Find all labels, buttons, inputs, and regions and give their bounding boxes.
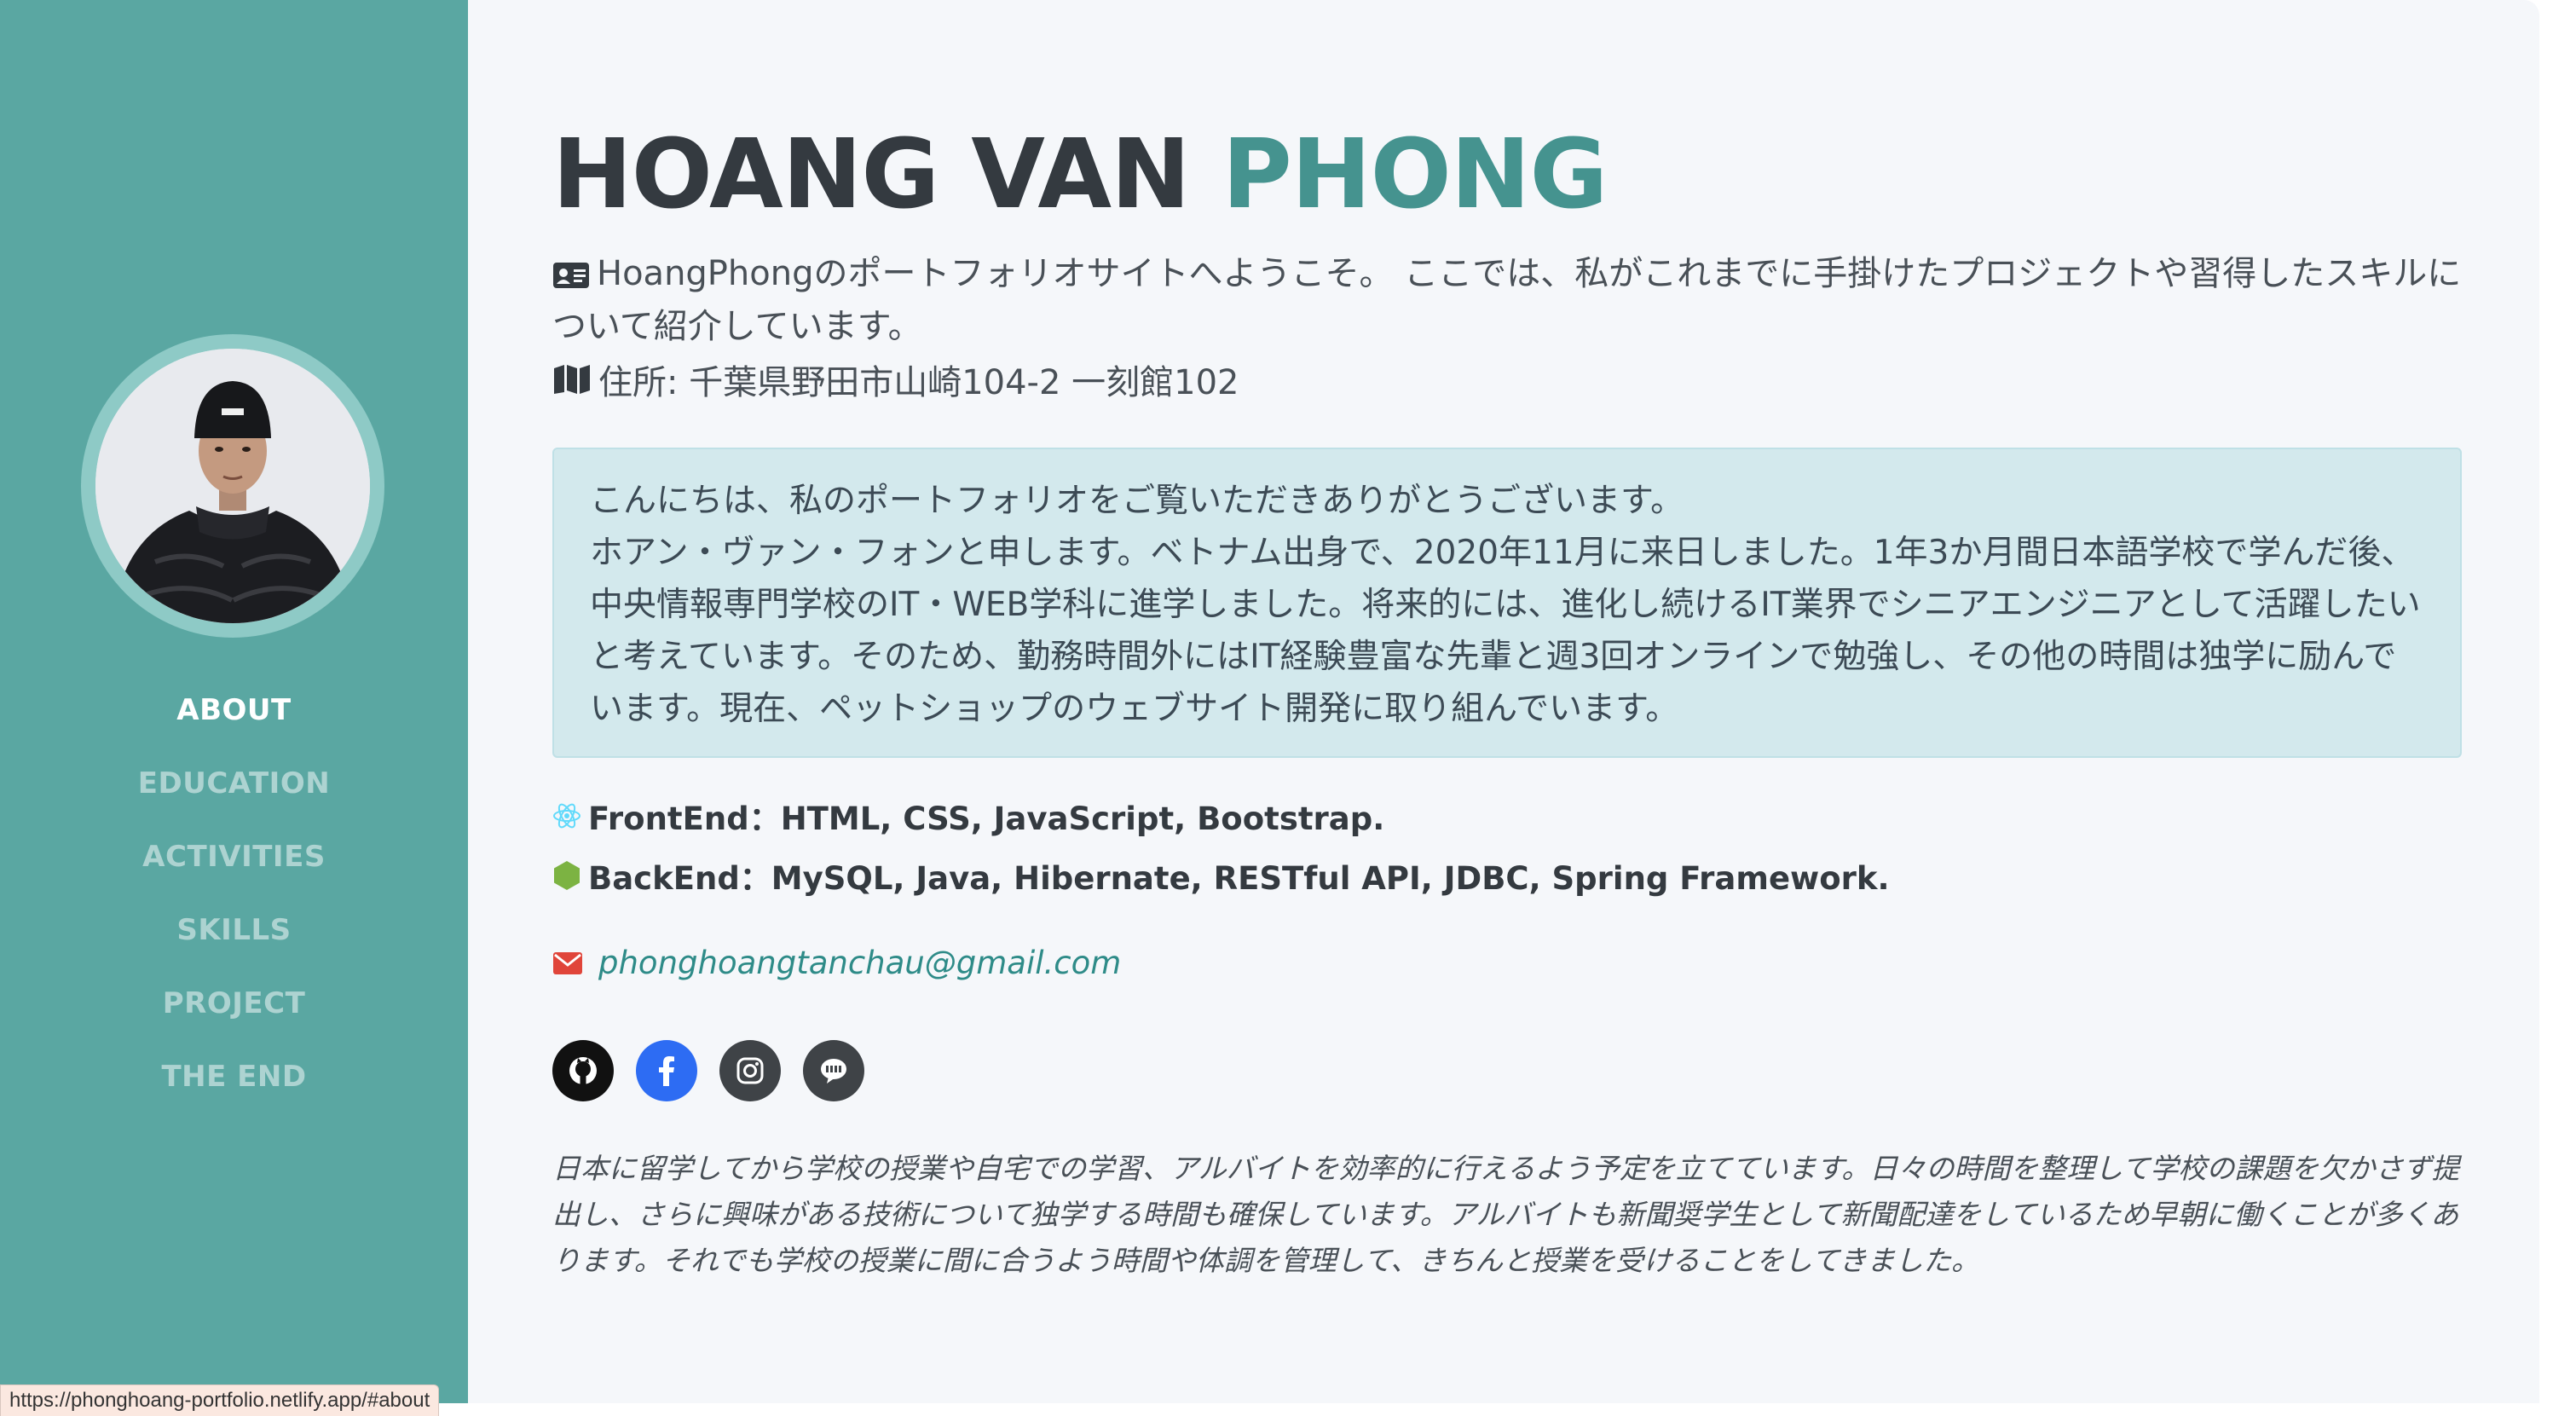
- line-icon[interactable]: [803, 1040, 864, 1101]
- envelope-icon: [552, 951, 583, 975]
- address: 住所: 千葉県野田市山崎104-2 一刻館102: [552, 355, 1239, 404]
- window-edge: [2539, 0, 2576, 1403]
- backend-text: BackEnd：MySQL, Java, Hibernate, RESTful …: [588, 860, 1890, 897]
- react-icon: [552, 801, 581, 830]
- instagram-icon[interactable]: [719, 1040, 781, 1101]
- nav-item-the-end[interactable]: THE END: [0, 1040, 468, 1113]
- about-text: ホアン・ヴァン・フォンと申します。ベトナム出身で、2020年11月に来日しました…: [590, 534, 2421, 728]
- frontend-text: FrontEnd：HTML, CSS, JavaScript, Bootstra…: [588, 800, 1385, 837]
- backend-skills: BackEnd：MySQL, Java, Hibernate, RESTful …: [552, 852, 1890, 899]
- node-icon: [552, 860, 581, 891]
- greeting-text: こんにちは、私のポートフォリオをご覧いただきありがとうございます。: [590, 482, 1684, 520]
- frontend-skills: FrontEnd：HTML, CSS, JavaScript, Bootstra…: [552, 793, 1384, 839]
- email-link[interactable]: phonghoangtanchau@gmail.com: [598, 945, 1121, 981]
- footer-description: 日本に留学してから学校の授業や自宅での学習、アルバイトを効率的に行えるよう予定を…: [552, 1152, 2460, 1277]
- sidebar: ABOUT EDUCATION ACTIVITIES SKILLS PROJEC…: [0, 0, 468, 1403]
- intro-text: HoangPhongのポートフォリオサイトへようこそ。 ここでは、私がこれまでに…: [552, 254, 2462, 346]
- last-name: PHONG: [1222, 119, 1609, 230]
- nav-item-activities[interactable]: ACTIVITIES: [0, 820, 468, 893]
- nav-item-project[interactable]: PROJECT: [0, 967, 468, 1040]
- about-box: こんにちは、私のポートフォリオをご覧いただきありがとうございます。 ホアン・ヴァ…: [552, 448, 2462, 758]
- nav-item-about[interactable]: ABOUT: [0, 673, 468, 747]
- nav-item-skills[interactable]: SKILLS: [0, 893, 468, 967]
- map-icon: [552, 363, 592, 396]
- avatar: [95, 349, 370, 623]
- status-bar-url: https://phonghoang-portfolio.netlify.app…: [0, 1384, 440, 1416]
- github-icon[interactable]: [552, 1040, 614, 1101]
- first-name: HOANG VAN: [552, 119, 1191, 230]
- intro: HoangPhongのポートフォリオサイトへようこそ。 ここでは、私がこれまでに…: [552, 247, 2462, 353]
- avatar-ring: [81, 334, 384, 638]
- facebook-icon[interactable]: [636, 1040, 697, 1101]
- page-title: HOANG VAN PHONG: [552, 119, 1609, 230]
- nav-item-education[interactable]: EDUCATION: [0, 747, 468, 820]
- address-text: 住所: 千葉県野田市山崎104-2 一刻館102: [598, 363, 1239, 402]
- sidebar-nav: ABOUT EDUCATION ACTIVITIES SKILLS PROJEC…: [0, 673, 468, 1113]
- profile-photo: [95, 349, 370, 623]
- id-card-icon: [552, 261, 590, 290]
- email-row: phonghoangtanchau@gmail.com: [552, 945, 1121, 981]
- social-links: [552, 1040, 864, 1101]
